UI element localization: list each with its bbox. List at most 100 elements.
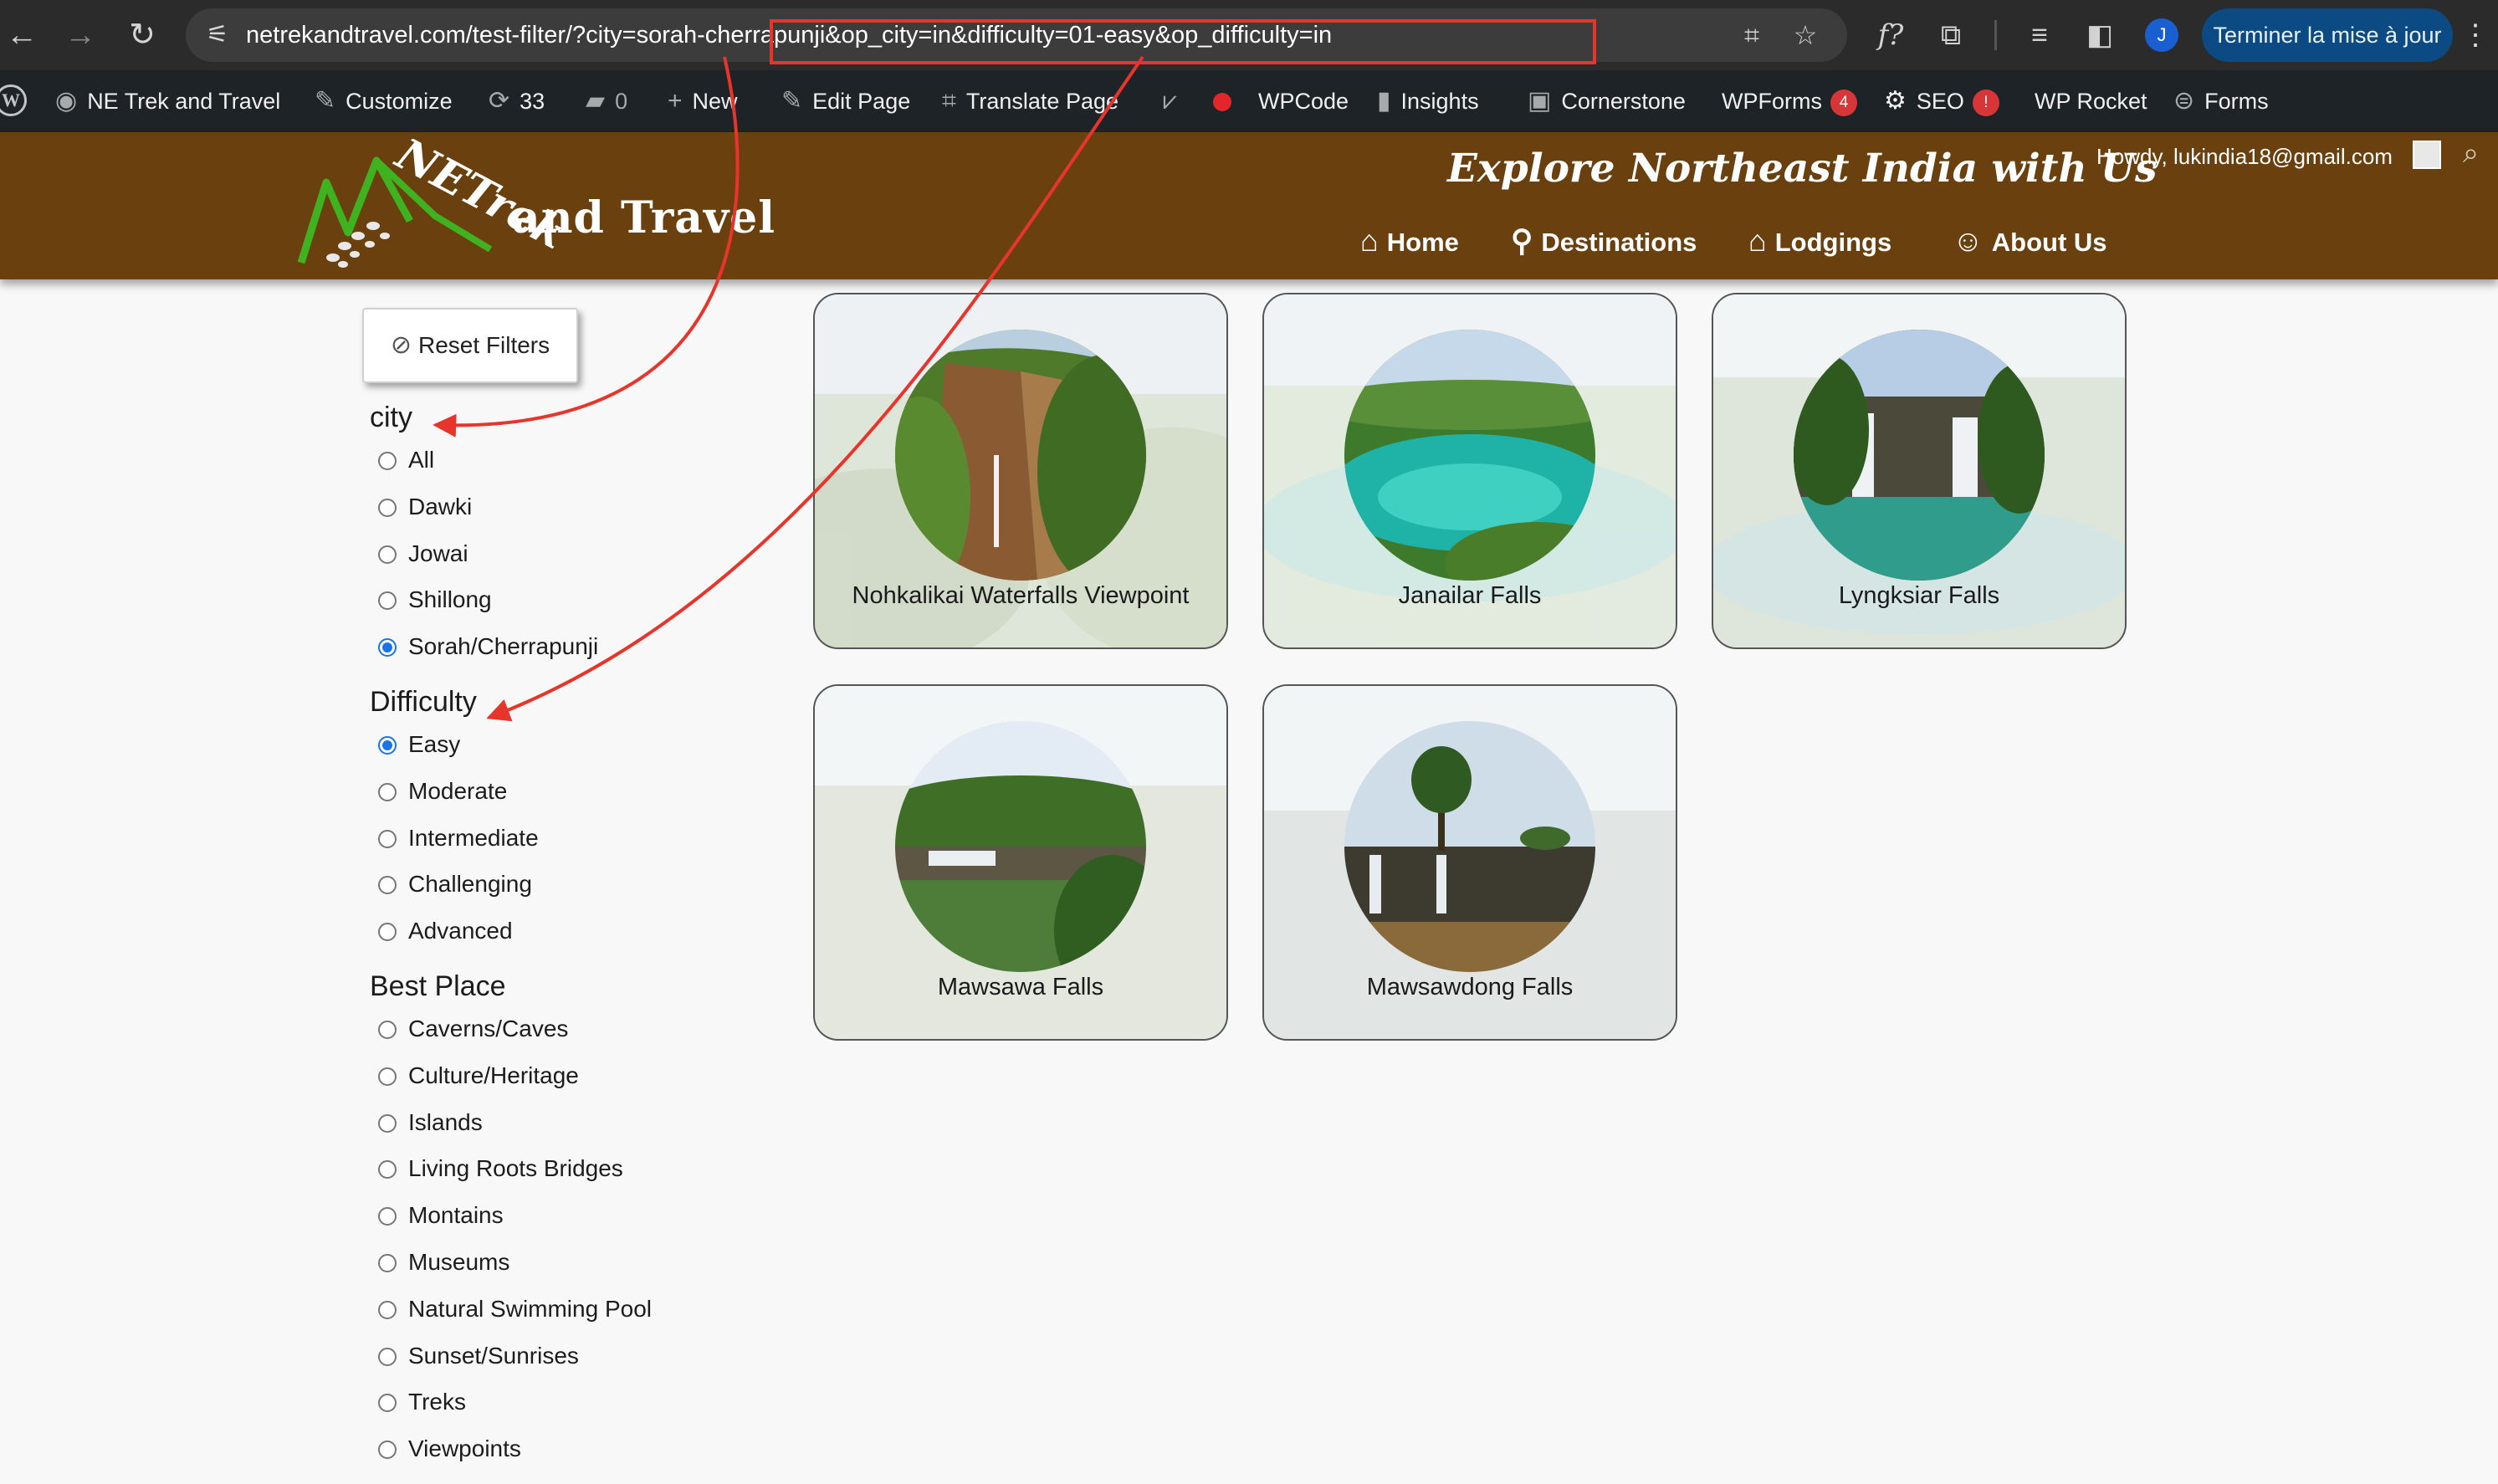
filter-option[interactable]: Treks — [378, 1385, 466, 1419]
nav-about-us[interactable]: ☺ About Us — [1953, 216, 2107, 266]
filter-option[interactable]: Culture/Heritage — [378, 1059, 579, 1093]
result-card[interactable]: Janailar Falls — [1262, 293, 1677, 649]
admin-cornerstone[interactable]: ▣ Cornerstone — [1528, 70, 1686, 132]
filter-option[interactable]: Dawki — [378, 490, 472, 524]
radio-button[interactable] — [378, 783, 397, 801]
side-panel-icon[interactable]: ◧ — [2080, 15, 2120, 55]
nav-lodgings[interactable]: ⌂ Lodgings — [1748, 216, 1891, 266]
nav-home-label: Home — [1386, 228, 1459, 257]
yoast-icon[interactable]: ⩗ — [1163, 70, 1187, 132]
admin-wpcode[interactable]: WPCode — [1258, 70, 1349, 132]
admin-forms[interactable]: ⊜ Forms — [2173, 70, 2269, 132]
filter-option[interactable]: Museums — [378, 1246, 509, 1279]
filter-option[interactable]: Sorah/Cherrapunji — [378, 630, 598, 663]
radio-button[interactable] — [378, 1207, 397, 1226]
nav-destinations[interactable]: ⚲ Destinations — [1511, 216, 1697, 266]
user-avatar[interactable] — [2413, 141, 2441, 169]
browser-menu-icon[interactable]: ⋮ — [2461, 15, 2490, 55]
bookmark-star-icon[interactable]: ☆ — [1789, 18, 1822, 52]
insights-bars-icon: ▮ — [1377, 87, 1391, 115]
radio-button[interactable] — [378, 591, 397, 610]
filter-option[interactable]: Montains — [378, 1199, 504, 1232]
admin-edit-page[interactable]: ✎ Edit Page — [781, 70, 910, 132]
radio-button[interactable] — [378, 1021, 397, 1039]
radio-button[interactable] — [378, 876, 397, 894]
filter-option[interactable]: Living Roots Bridges — [378, 1152, 623, 1185]
result-card[interactable]: Mawsawdong Falls — [1262, 684, 1677, 1041]
site-header: NETrek and Travel Explore Northeast Indi… — [0, 132, 2498, 279]
result-card[interactable]: Lyngksiar Falls — [1712, 293, 2127, 649]
filter-option[interactable]: Intermediate — [378, 821, 539, 855]
plus-icon: + — [668, 87, 683, 115]
filter-option[interactable]: All — [378, 443, 434, 477]
filter-option-label: Shillong — [408, 586, 492, 612]
filter-option[interactable]: Jowai — [378, 537, 468, 571]
site-settings-icon[interactable]: ⚟ — [201, 18, 234, 52]
filter-option[interactable]: Islands — [378, 1106, 483, 1139]
wpforms-badge: 4 — [1830, 90, 1857, 116]
radio-button[interactable] — [378, 1394, 397, 1412]
filter-option[interactable]: Advanced — [378, 914, 513, 948]
radio-button[interactable] — [378, 1348, 397, 1366]
radio-button[interactable] — [378, 1114, 397, 1133]
extensions-puzzle-icon[interactable]: ⧉ — [1931, 15, 1971, 55]
radio-button[interactable] — [378, 830, 397, 848]
admin-updates[interactable]: ⟳ 33 — [489, 70, 545, 132]
card-photo — [1794, 330, 2045, 581]
update-button[interactable]: Terminer la mise à jour — [2202, 8, 2453, 62]
admin-insights[interactable]: ▮ Insights — [1377, 70, 1479, 132]
result-card[interactable]: Nohkalikai Waterfalls Viewpoint — [813, 293, 1228, 649]
filter-option[interactable]: Moderate — [378, 775, 507, 808]
card-photo — [895, 721, 1146, 972]
reading-list-icon[interactable]: ≡ — [2019, 15, 2060, 55]
admin-new[interactable]: + New — [668, 70, 738, 132]
admin-comments[interactable]: ▰ 0 — [586, 70, 627, 132]
filter-option[interactable]: Challenging — [378, 867, 532, 901]
filter-group-title: city — [370, 402, 412, 433]
radio-button[interactable] — [378, 452, 397, 470]
nav-about-us-label: About Us — [1991, 228, 2107, 257]
admin-search-icon[interactable]: ⌕ — [2463, 137, 2479, 170]
radio-button[interactable] — [378, 638, 397, 657]
filter-option[interactable]: Shillong — [378, 583, 492, 617]
reset-filters-button[interactable]: ⊘ Reset Filters — [362, 308, 578, 383]
filter-option-label: Sorah/Cherrapunji — [408, 633, 599, 659]
radio-button[interactable] — [378, 923, 397, 941]
reload-icon[interactable]: ↻ — [122, 15, 162, 55]
radio-button[interactable] — [378, 1301, 397, 1319]
howdy-user[interactable]: Howdy, lukindia18@gmail.com — [2096, 144, 2393, 170]
radio-button[interactable] — [378, 1441, 397, 1459]
radio-button[interactable] — [378, 1067, 397, 1086]
translate-icon[interactable]: ⌗ — [1735, 18, 1769, 52]
admin-seo[interactable]: ⚙ SEO! — [1884, 70, 1999, 132]
admin-wpforms[interactable]: WPForms 4 — [1722, 70, 1857, 132]
result-card[interactable]: Mawsawa Falls — [813, 684, 1228, 1041]
profile-avatar[interactable]: J — [2145, 18, 2178, 52]
back-icon[interactable]: ← — [2, 15, 42, 55]
pencil-icon: ✎ — [781, 87, 803, 115]
radio-button[interactable] — [378, 736, 397, 755]
filter-option[interactable]: Easy — [378, 728, 460, 761]
filter-option[interactable]: Caverns/Caves — [378, 1012, 568, 1046]
filter-option[interactable]: Viewpoints — [378, 1432, 521, 1466]
wordpress-logo-icon[interactable]: W — [0, 84, 27, 116]
filter-option[interactable]: Sunset/Sunrises — [378, 1339, 579, 1373]
admin-translate-page[interactable]: ⌗ Translate Page — [942, 70, 1118, 132]
radio-button[interactable] — [378, 499, 397, 517]
radio-button[interactable] — [378, 1160, 397, 1179]
radio-button[interactable] — [378, 1254, 397, 1272]
admin-updates-count: 33 — [520, 89, 545, 114]
comment-icon: ▰ — [586, 87, 606, 115]
admin-new-label: New — [692, 89, 738, 114]
admin-customize[interactable]: ✎ Customize — [315, 70, 453, 132]
admin-site-name[interactable]: ◉ NE Trek and Travel — [55, 70, 280, 132]
filter-option[interactable]: Natural Swimming Pool — [378, 1292, 652, 1326]
admin-wp-rocket[interactable]: WP Rocket — [2035, 70, 2147, 132]
filter-option-label: Culture/Heritage — [408, 1062, 579, 1088]
forward-icon[interactable]: → — [60, 15, 100, 55]
nav-home[interactable]: ⌂ Home — [1360, 216, 1459, 266]
address-bar[interactable]: ⚟ netrekandtravel.com/test-filter/?city=… — [186, 8, 1847, 64]
map-icon: ⚲ — [1511, 223, 1533, 258]
formula-extension-icon[interactable]: f? — [1871, 15, 1911, 55]
radio-button[interactable] — [378, 545, 397, 564]
